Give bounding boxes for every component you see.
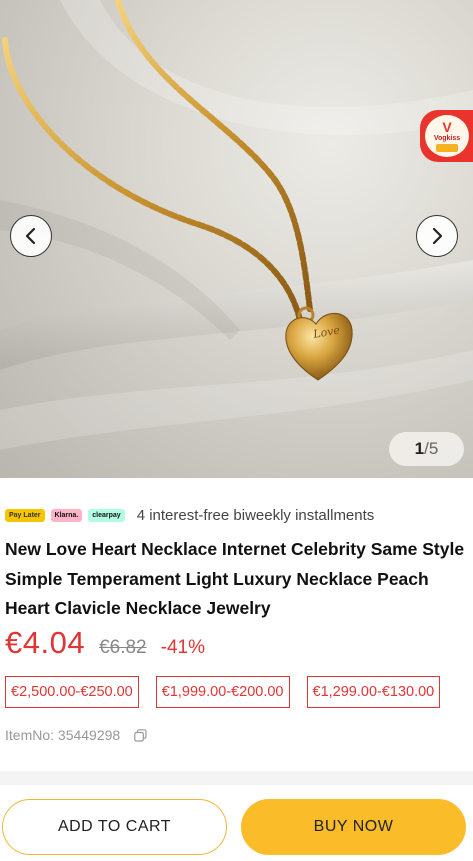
next-image-button[interactable] (416, 215, 458, 257)
clearpay-logo: clearpay (88, 508, 125, 522)
coupon-tag[interactable]: €1,299.00-€130.00 (306, 676, 441, 708)
installment-info[interactable]: Pay Later Klarna. clearpay 4 interest-fr… (5, 505, 374, 525)
promo-badge[interactable]: V Vogkiss (420, 110, 473, 162)
discount-percent: -41% (160, 637, 205, 658)
section-divider (0, 771, 473, 785)
pay-later-logo: Pay Later (5, 508, 45, 522)
buy-now-button[interactable]: BUY NOW (241, 799, 466, 855)
installment-text: 4 interest-free biweekly installments (136, 506, 375, 524)
product-photo: Love (0, 0, 473, 450)
coupon-list: €2,500.00-€250.00 €1,999.00-€200.00 €1,2… (5, 676, 441, 708)
image-counter-current: 1 (414, 439, 425, 458)
product-image-gallery[interactable]: Love V Vogkiss 1/5 (0, 0, 473, 478)
item-number-text: ItemNo: 35449298 (5, 727, 121, 743)
coupon-tag[interactable]: €2,500.00-€250.00 (5, 676, 139, 708)
chevron-left-icon (25, 227, 36, 245)
add-to-cart-button[interactable]: ADD TO CART (2, 799, 227, 855)
product-title: New Love Heart Necklace Internet Celebri… (5, 539, 465, 618)
image-counter: 1/5 (389, 432, 464, 466)
coupon-tag[interactable]: €1,999.00-€200.00 (155, 676, 290, 708)
klarna-logo: Klarna. (50, 508, 83, 522)
copy-icon[interactable] (134, 728, 147, 742)
previous-image-button[interactable] (10, 215, 52, 257)
price-row: €4.04 €6.82 -41% (5, 625, 205, 665)
badge-text: Vogkiss (433, 135, 461, 142)
bottom-action-bar: ADD TO CART BUY NOW (0, 788, 473, 861)
gift-icon (436, 144, 458, 152)
item-number: ItemNo: 35449298 (5, 727, 147, 743)
vogkiss-logo-icon: V Vogkiss (425, 115, 469, 157)
current-price: €4.04 (5, 625, 86, 660)
image-counter-total: /5 (424, 439, 439, 458)
original-price: €6.82 (99, 637, 147, 658)
chevron-right-icon (432, 227, 443, 245)
